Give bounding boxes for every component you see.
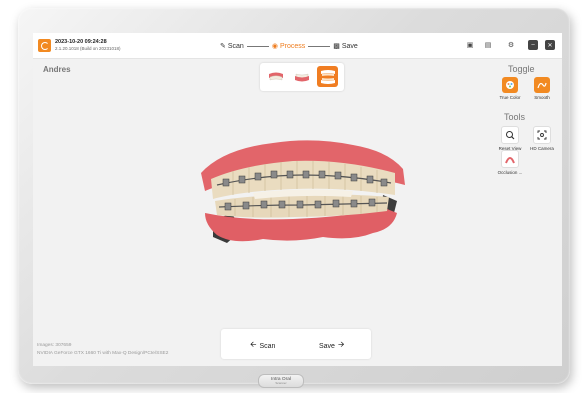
occlusion-label: Occlusion ... [497, 170, 523, 175]
document-icon: ▤ [484, 42, 492, 49]
step-save-label: Save [341, 42, 358, 50]
build-version: 2.1.20.1018 (Build on 20231018) [55, 46, 121, 51]
export-button[interactable]: ▤ [483, 40, 493, 50]
bottom-navigation: 🡨 Scan Save 🡪 [221, 329, 371, 359]
camera-icon: ▣ [466, 42, 474, 49]
close-icon: ✕ [547, 42, 553, 49]
hd-camera-button[interactable]: HD Camera [526, 126, 558, 151]
brand-sub: Scanner [275, 381, 287, 385]
jaw-view-selector [260, 63, 344, 91]
step-save[interactable]: ▩ Save [333, 42, 358, 51]
upper-jaw-icon [268, 72, 283, 80]
reset-view-button[interactable]: Reset View [494, 126, 526, 151]
process-icon: ◉ [271, 43, 278, 50]
smooth-toggle[interactable]: Smooth [526, 77, 558, 100]
true-color-toggle[interactable]: True Color [494, 77, 526, 100]
step-process-label: Process [279, 42, 306, 50]
minimize-button[interactable]: – [528, 40, 538, 50]
session-timestamp: 2023-10-20 09:24:28 [55, 39, 107, 45]
image-count: Images: 307659 [37, 343, 72, 348]
true-color-label: True Color [499, 95, 521, 100]
right-panel: Toggle True Color Smooth Tools Reset Vie… [492, 59, 562, 366]
gear-icon: ⚙ [507, 42, 515, 49]
back-label: Scan [259, 342, 276, 350]
app-screen: 2023-10-20 09:24:28 2.1.20.1018 (Build o… [33, 33, 562, 366]
minimize-icon: – [531, 42, 535, 48]
step-scan-label: Scan [227, 42, 244, 50]
back-to-scan-button[interactable]: 🡨 Scan [247, 339, 275, 353]
lower-jaw-button[interactable] [291, 66, 312, 87]
screenshot-button[interactable]: ▣ [465, 40, 475, 50]
both-jaws-icon [320, 69, 335, 84]
patient-name: Andres [43, 65, 71, 74]
arrow-right-icon: 🡪 [337, 340, 345, 349]
smooth-icon [534, 77, 550, 93]
step-process[interactable]: ◉ Process [271, 42, 306, 51]
close-button[interactable]: ✕ [545, 40, 555, 50]
palette-icon [502, 77, 518, 93]
toggle-section-title: Toggle [508, 64, 535, 74]
arrow-left-icon: 🡨 [250, 340, 257, 349]
save-icon: ▩ [333, 43, 340, 50]
step-connector [308, 45, 331, 47]
dental-scan-model[interactable] [183, 121, 413, 251]
hd-camera-label: HD Camera [530, 146, 554, 151]
settings-button[interactable]: ⚙ [506, 40, 516, 50]
app-logo-icon [38, 39, 51, 52]
focus-icon [533, 126, 551, 144]
occlusion-button[interactable]: Occlusion ... [494, 150, 526, 175]
magnifier-icon [501, 126, 519, 144]
upper-jaw-button[interactable] [265, 66, 286, 87]
occlusion-icon [501, 150, 519, 168]
top-bar: 2023-10-20 09:24:28 2.1.20.1018 (Build o… [33, 33, 562, 59]
workflow-steps: ✎ Scan ◉ Process ▩ Save [220, 40, 358, 52]
step-scan[interactable]: ✎ Scan [220, 42, 244, 51]
lower-jaw-icon [294, 73, 309, 81]
next-to-save-button[interactable]: Save 🡪 [319, 339, 347, 353]
device-brand-badge: Intra Oral Scanner [258, 374, 304, 388]
gpu-info: NVIDIA GeForce GTX 1660 Ti with Max-Q De… [37, 351, 169, 356]
next-label: Save [319, 342, 335, 350]
both-jaws-button[interactable] [317, 66, 338, 87]
smooth-label: Smooth [534, 95, 550, 100]
tools-section-title: Tools [504, 112, 526, 122]
step-connector [246, 45, 269, 47]
scanner-icon: ✎ [220, 43, 226, 50]
